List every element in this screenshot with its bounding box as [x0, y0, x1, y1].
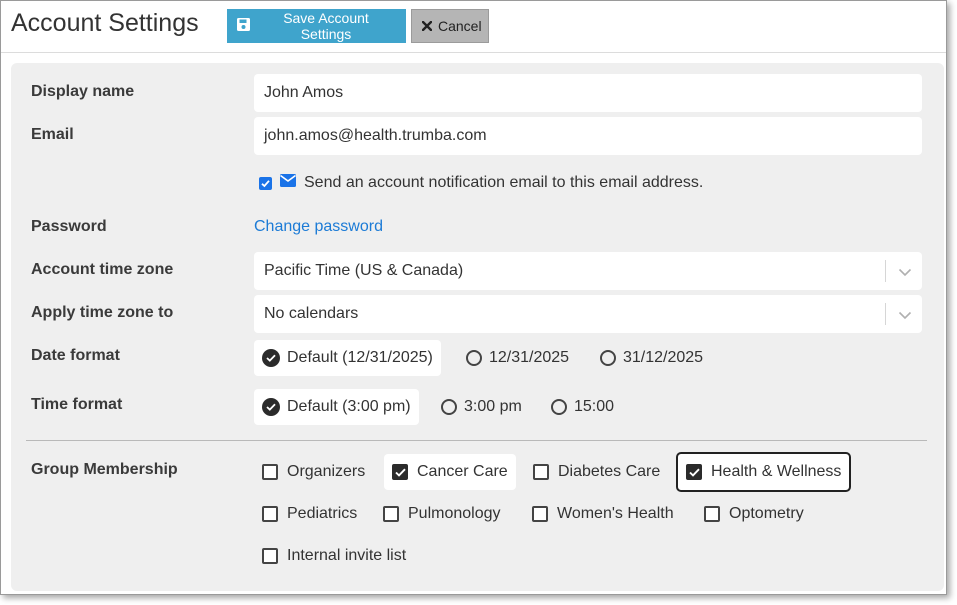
checkbox-unchecked-icon	[262, 464, 278, 480]
account-settings-window: Account Settings Save Account Settings C…	[0, 0, 947, 595]
floppy-disk-icon	[237, 18, 250, 34]
group-option-label: Internal invite list	[287, 547, 407, 564]
email-input[interactable]: john.amos@health.trumba.com	[254, 117, 922, 155]
date-format-label: Date format	[31, 347, 120, 364]
x-icon	[421, 18, 433, 34]
select-divider	[885, 260, 886, 282]
checkbox-unchecked-icon	[262, 548, 278, 564]
radio-checked-icon	[262, 349, 280, 367]
chevron-down-icon	[898, 307, 912, 325]
cancel-button-label: Cancel	[438, 18, 482, 34]
display-name-value: John Amos	[264, 84, 344, 101]
display-name-input[interactable]: John Amos	[254, 74, 922, 112]
group-option-pediatrics[interactable]: Pediatrics	[254, 496, 365, 532]
group-option-pulmonology[interactable]: Pulmonology	[375, 496, 509, 532]
email-label: Email	[31, 126, 74, 143]
group-option-diabetes-care[interactable]: Diabetes Care	[525, 454, 668, 490]
notify-email-label: Send an account notification email to th…	[304, 174, 704, 191]
save-button-label: Save Account Settings	[283, 10, 369, 42]
checkbox-unchecked-icon	[533, 464, 549, 480]
settings-panel: Display name John Amos Email john.amos@h…	[11, 63, 944, 591]
save-account-settings-button[interactable]: Save Account Settings	[227, 9, 406, 43]
change-password-link[interactable]: Change password	[254, 218, 383, 236]
time-format-option-label: Default (3:00 pm)	[287, 398, 411, 415]
time-format-option-12h[interactable]: 3:00 pm	[433, 389, 530, 425]
apply-time-zone-value: No calendars	[264, 305, 359, 322]
date-format-option-intl[interactable]: 31/12/2025	[592, 340, 711, 376]
apply-time-zone-select[interactable]: No calendars	[254, 295, 922, 333]
envelope-icon	[280, 174, 296, 192]
group-option-label: Women's Health	[557, 505, 674, 522]
group-option-label: Pediatrics	[287, 505, 358, 522]
group-option-label: Pulmonology	[408, 505, 501, 522]
radio-checked-icon	[262, 398, 280, 416]
header-bar: Account Settings Save Account Settings C…	[1, 1, 946, 53]
select-divider	[885, 303, 886, 325]
group-option-label: Diabetes Care	[558, 463, 661, 480]
checkbox-unchecked-icon	[532, 506, 548, 522]
time-format-option-label: 15:00	[574, 398, 615, 415]
date-format-option-label: 12/31/2025	[489, 349, 570, 366]
radio-unchecked-icon	[551, 399, 567, 415]
time-format-label: Time format	[31, 396, 123, 413]
page-title: Account Settings	[11, 9, 199, 37]
email-value: john.amos@health.trumba.com	[264, 127, 487, 144]
group-option-label: Cancer Care	[417, 463, 508, 480]
checkbox-checked-icon	[686, 464, 702, 480]
time-format-option-default[interactable]: Default (3:00 pm)	[254, 389, 419, 425]
apply-time-zone-label: Apply time zone to	[31, 304, 174, 321]
group-option-organizers[interactable]: Organizers	[254, 454, 373, 490]
group-option-internal-invite-list[interactable]: Internal invite list	[254, 538, 414, 574]
display-name-label: Display name	[31, 83, 135, 100]
date-format-option-label: Default (12/31/2025)	[287, 349, 433, 366]
section-divider	[26, 440, 927, 441]
time-format-option-24h[interactable]: 15:00	[543, 389, 622, 425]
group-option-cancer-care[interactable]: Cancer Care	[384, 454, 516, 490]
checkbox-unchecked-icon	[262, 506, 278, 522]
checkbox-checked-icon	[392, 464, 408, 480]
notify-email-checkbox[interactable]	[259, 176, 272, 190]
time-format-option-label: 3:00 pm	[464, 398, 522, 415]
radio-unchecked-icon	[600, 350, 616, 366]
checkbox-unchecked-icon	[704, 506, 720, 522]
group-option-label: Health & Wellness	[711, 463, 842, 480]
radio-unchecked-icon	[466, 350, 482, 366]
account-time-zone-select[interactable]: Pacific Time (US & Canada)	[254, 252, 922, 290]
group-option-label: Optometry	[729, 505, 804, 522]
notify-email-option: Send an account notification email to th…	[259, 172, 703, 194]
radio-unchecked-icon	[441, 399, 457, 415]
date-format-option-default[interactable]: Default (12/31/2025)	[254, 340, 441, 376]
group-option-womens-health[interactable]: Women's Health	[524, 496, 682, 532]
group-option-health-wellness[interactable]: Health & Wellness	[676, 452, 852, 492]
group-option-optometry[interactable]: Optometry	[696, 496, 812, 532]
group-membership-label: Group Membership	[31, 461, 178, 478]
account-time-zone-value: Pacific Time (US & Canada)	[264, 262, 464, 279]
group-option-label: Organizers	[287, 463, 366, 480]
chevron-down-icon	[898, 264, 912, 282]
date-format-option-us[interactable]: 12/31/2025	[458, 340, 577, 376]
account-time-zone-label: Account time zone	[31, 261, 174, 278]
cancel-button[interactable]: Cancel	[411, 9, 489, 43]
password-label: Password	[31, 218, 107, 235]
checkbox-unchecked-icon	[383, 506, 399, 522]
date-format-option-label: 31/12/2025	[623, 349, 704, 366]
